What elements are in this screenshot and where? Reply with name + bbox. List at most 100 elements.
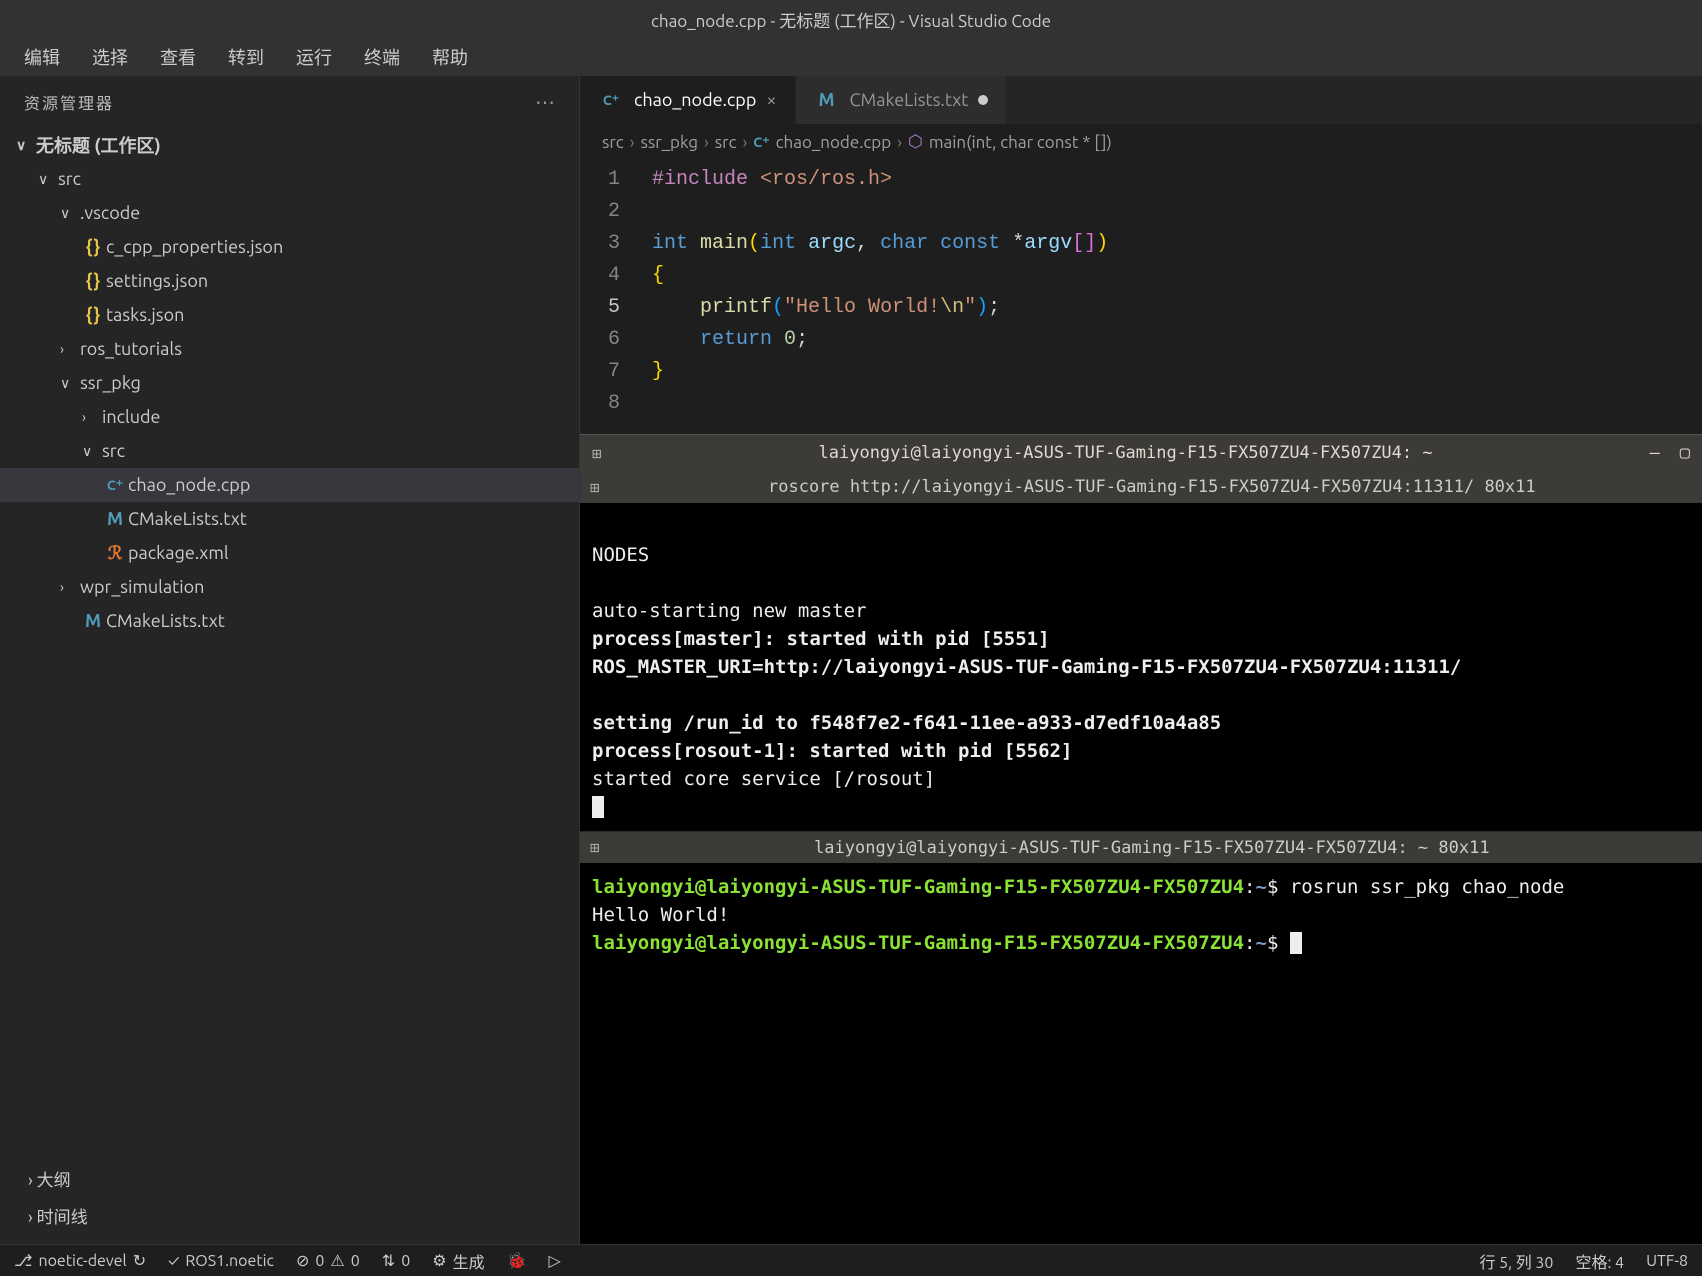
- file-tasks-json[interactable]: {}tasks.json: [0, 298, 579, 332]
- cmake-icon: M: [102, 509, 128, 529]
- file-cmakelists-ssr[interactable]: MCMakeLists.txt: [0, 502, 579, 536]
- timeline-section[interactable]: › 时间线: [0, 1197, 579, 1234]
- tree-label: wpr_simulation: [80, 577, 204, 597]
- folder-ssr-pkg[interactable]: ∨ssr_pkg: [0, 366, 579, 400]
- status-linecol[interactable]: 行 5, 列 30: [1479, 1249, 1553, 1273]
- file-cmakelists-root[interactable]: MCMakeLists.txt: [0, 604, 579, 638]
- chevron-down-icon: ∨: [82, 443, 102, 460]
- terminal-line: process[master]: started with pid [5551]: [592, 628, 1050, 650]
- tree-label: ros_tutorials: [80, 339, 182, 359]
- folder-vscode[interactable]: ∨.vscode: [0, 196, 579, 230]
- chevron-right-icon: ›: [82, 409, 102, 425]
- terminal-tabbar-1[interactable]: ⊞ roscore http://laiyongyi-ASUS-TUF-Gami…: [580, 471, 1702, 503]
- status-ros[interactable]: ✓ ROS1.noetic: [168, 1252, 274, 1270]
- terminal-line: auto-starting new master: [592, 600, 867, 622]
- close-icon[interactable]: ×: [766, 90, 776, 110]
- breadcrumb-item[interactable]: src: [715, 133, 737, 152]
- folder-wpr-simulation[interactable]: ›wpr_simulation: [0, 570, 579, 604]
- maximize-icon[interactable]: ▢: [1680, 443, 1690, 463]
- menu-help[interactable]: 帮助: [418, 40, 482, 74]
- tree-label: src: [58, 169, 81, 189]
- explorer-sidebar: 资源管理器 ⋯ ∨ 无标题 (工作区) ∨src ∨.vscode {}c_cp…: [0, 76, 580, 1244]
- menu-go[interactable]: 转到: [214, 40, 278, 74]
- chevron-down-icon: ∨: [60, 205, 80, 222]
- status-branch[interactable]: ⎇ noetic-devel ↻: [14, 1251, 146, 1270]
- status-ports[interactable]: ⇅ 0: [382, 1251, 410, 1270]
- folder-ros-tutorials[interactable]: ›ros_tutorials: [0, 332, 579, 366]
- terminal-tabbar-2[interactable]: ⊞ laiyongyi@laiyongyi-ASUS-TUF-Gaming-F1…: [580, 831, 1702, 863]
- terminal-prompt-path: ~: [1255, 876, 1266, 898]
- terminal-prompt-host: laiyongyi@laiyongyi-ASUS-TUF-Gaming-F15-…: [592, 932, 1244, 954]
- status-encoding[interactable]: UTF-8: [1646, 1252, 1688, 1270]
- timeline-label: 时间线: [37, 1208, 88, 1227]
- tree-label: tasks.json: [106, 305, 184, 325]
- chevron-down-icon: ∨: [60, 375, 80, 392]
- terminal-panel: ⊞ laiyongyi@laiyongyi-ASUS-TUF-Gaming-F1…: [580, 434, 1702, 1244]
- json-icon: {}: [80, 271, 106, 291]
- tab-cmakelists[interactable]: M CMakeLists.txt: [796, 76, 1008, 124]
- breadcrumb-item[interactable]: chao_node.cpp: [776, 133, 892, 152]
- sidebar-footer: › 大纲 › 时间线: [0, 1150, 579, 1244]
- terminal-prompt-path: ~: [1255, 932, 1266, 954]
- terminal-output-1[interactable]: NODES auto-starting new master process[m…: [580, 503, 1702, 831]
- explorer-title: 资源管理器: [24, 90, 114, 114]
- json-icon: {}: [80, 305, 106, 325]
- tree-label: settings.json: [106, 271, 208, 291]
- file-package-xml[interactable]: ℛpackage.xml: [0, 536, 579, 570]
- json-icon: {}: [80, 237, 106, 257]
- status-spaces[interactable]: 空格: 4: [1575, 1249, 1624, 1273]
- split-panel-icon[interactable]: ⊞: [590, 478, 600, 497]
- terminal-prompt-host: laiyongyi@laiyongyi-ASUS-TUF-Gaming-F15-…: [592, 876, 1244, 898]
- tree-label: package.xml: [128, 543, 229, 563]
- sync-icon: ↻: [133, 1251, 146, 1270]
- file-chao-node-cpp[interactable]: C⁺chao_node.cpp: [0, 468, 579, 502]
- workspace-root[interactable]: ∨ 无标题 (工作区): [0, 128, 579, 162]
- terminal-cursor: [592, 796, 604, 818]
- terminal-line: setting /run_id to f548f7e2-f641-11ee-a9…: [592, 712, 1221, 734]
- split-panel-icon[interactable]: ⊞: [592, 444, 602, 463]
- tree-label: ssr_pkg: [80, 373, 141, 393]
- file-tree: ∨ 无标题 (工作区) ∨src ∨.vscode {}c_cpp_proper…: [0, 124, 579, 1150]
- minimize-icon[interactable]: —: [1650, 443, 1660, 463]
- folder-src[interactable]: ∨src: [0, 162, 579, 196]
- chevron-right-icon: ›: [60, 579, 80, 595]
- folder-ssr-src[interactable]: ∨src: [0, 434, 579, 468]
- menu-edit[interactable]: 编辑: [10, 40, 74, 74]
- tree-label: .vscode: [80, 203, 140, 223]
- tree-label: chao_node.cpp: [128, 475, 250, 495]
- tab-chao-node[interactable]: C⁺ chao_node.cpp ×: [580, 76, 796, 124]
- file-settings-json[interactable]: {}settings.json: [0, 264, 579, 298]
- breadcrumb-separator: ›: [897, 133, 902, 152]
- more-actions-icon[interactable]: ⋯: [535, 90, 555, 114]
- terminal-cursor: [1290, 932, 1302, 954]
- split-panel-icon[interactable]: ⊞: [590, 838, 600, 857]
- terminal-titlebar[interactable]: ⊞ laiyongyi@laiyongyi-ASUS-TUF-Gaming-F1…: [580, 435, 1702, 471]
- menu-select[interactable]: 选择: [78, 40, 142, 74]
- error-icon: ⊘: [296, 1251, 309, 1270]
- file-c-cpp-properties[interactable]: {}c_cpp_properties.json: [0, 230, 579, 264]
- outline-section[interactable]: › 大纲: [0, 1160, 579, 1197]
- menu-view[interactable]: 查看: [146, 40, 210, 74]
- window-title: chao_node.cpp - 无标题 (工作区) - Visual Studi…: [651, 7, 1051, 32]
- breadcrumb[interactable]: src› ssr_pkg› src› C⁺chao_node.cpp› ⬡mai…: [580, 124, 1702, 160]
- terminal-output-2[interactable]: laiyongyi@laiyongyi-ASUS-TUF-Gaming-F15-…: [580, 863, 1702, 967]
- cpp-icon: C⁺: [598, 92, 624, 109]
- breadcrumb-item[interactable]: ssr_pkg: [641, 133, 699, 152]
- folder-include[interactable]: ›include: [0, 400, 579, 434]
- symbol-cube-icon: ⬡: [908, 132, 923, 152]
- breadcrumb-item[interactable]: main(int, char const * []): [929, 133, 1112, 152]
- chevron-down-icon: ∨: [38, 171, 58, 188]
- status-debug[interactable]: 🐞: [507, 1251, 527, 1270]
- menu-run[interactable]: 运行: [282, 40, 346, 74]
- modified-dot-icon: [978, 95, 988, 105]
- status-build[interactable]: ⚙ 生成: [432, 1249, 484, 1273]
- breadcrumb-item[interactable]: src: [602, 133, 624, 152]
- breadcrumb-separator: ›: [630, 133, 635, 152]
- cpp-icon: C⁺: [102, 477, 128, 494]
- tree-label: CMakeLists.txt: [128, 509, 247, 529]
- status-problems[interactable]: ⊘0 ⚠0: [296, 1251, 360, 1270]
- status-run[interactable]: ▷: [549, 1251, 561, 1270]
- tree-label: src: [102, 441, 125, 461]
- branch-icon: ⎇: [14, 1251, 32, 1270]
- menu-terminal[interactable]: 终端: [350, 40, 414, 74]
